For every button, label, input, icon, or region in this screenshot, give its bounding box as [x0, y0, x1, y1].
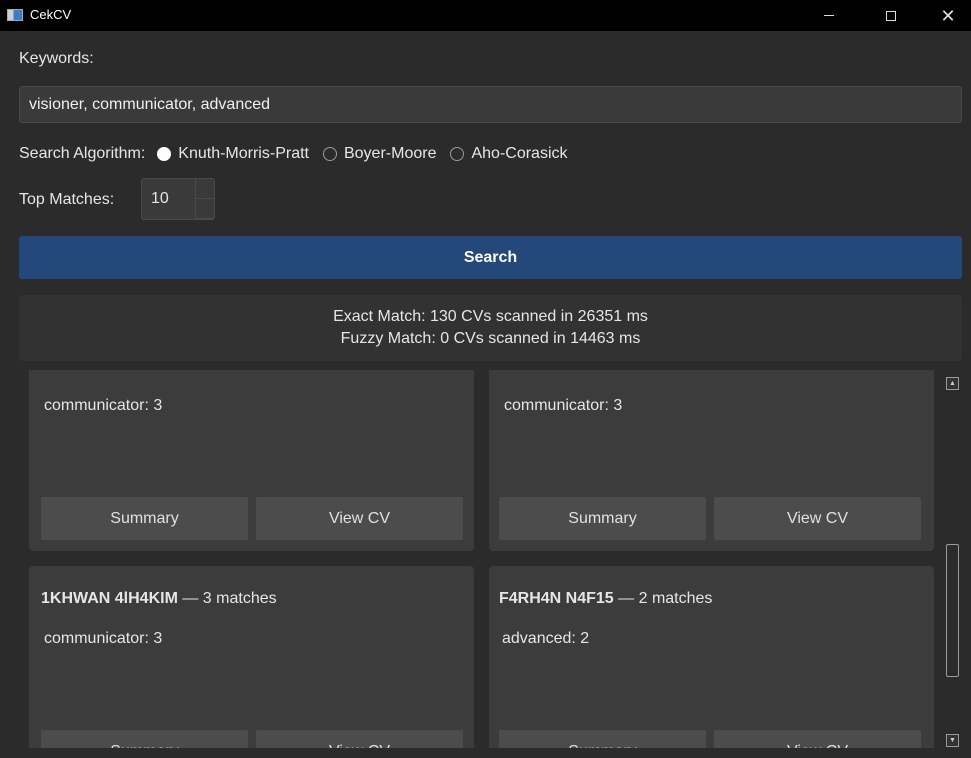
- close-icon: ✕: [940, 5, 956, 26]
- result-card: communicator: 3 Summary View CV: [29, 370, 474, 551]
- radio-boyer-moore-indicator[interactable]: [322, 147, 337, 161]
- algorithm-label: Search Algorithm:: [19, 145, 146, 162]
- results-scrollbar[interactable]: ▲ ▼: [941, 370, 965, 748]
- candidate-name: F4RH4N N4F15: [499, 590, 614, 607]
- view-cv-button[interactable]: View CV: [256, 730, 463, 748]
- spin-down-button[interactable]: [196, 199, 214, 219]
- close-button[interactable]: ✕: [925, 0, 971, 31]
- app-icon: [7, 9, 23, 21]
- radio-kmp-label[interactable]: Knuth-Morris-Pratt: [178, 145, 309, 163]
- arrow-down-icon: ▼: [949, 737, 956, 744]
- summary-button[interactable]: Summary: [41, 730, 248, 748]
- match-count: — 3 matches: [177, 590, 277, 607]
- candidate-name: 1KHWAN 4lH4KIM: [41, 590, 178, 607]
- radio-kmp-indicator[interactable]: [157, 147, 172, 161]
- arrow-up-icon: ▲: [949, 380, 956, 387]
- search-button[interactable]: Search: [19, 236, 962, 279]
- keyword-count: communicator: 3: [504, 397, 623, 414]
- scroll-thumb[interactable]: [946, 544, 959, 677]
- view-cv-button[interactable]: View CV: [714, 497, 921, 540]
- exact-match-status: Exact Match: 130 CVs scanned in 26351 ms: [333, 308, 648, 325]
- summary-button[interactable]: Summary: [41, 497, 248, 540]
- radio-kmp[interactable]: Knuth-Morris-Pratt: [157, 145, 309, 163]
- window-title: CekCV: [30, 7, 72, 22]
- radio-boyer-moore[interactable]: Boyer-Moore: [322, 145, 436, 163]
- candidate-header: 1KHWAN 4lH4KIM — 3 matches: [41, 590, 277, 608]
- candidate-header: F4RH4N N4F15 — 2 matches: [499, 590, 712, 608]
- maximize-button[interactable]: [868, 0, 914, 31]
- minimize-icon: [824, 15, 834, 16]
- scroll-down-button[interactable]: ▼: [946, 734, 959, 747]
- minimize-button[interactable]: [806, 0, 852, 31]
- title-bar: CekCV ✕: [0, 0, 971, 31]
- top-matches-spinbox[interactable]: 10: [141, 178, 215, 220]
- status-panel: Exact Match: 130 CVs scanned in 26351 ms…: [19, 295, 962, 361]
- spin-buttons: [195, 179, 214, 219]
- spin-up-button[interactable]: [196, 179, 214, 199]
- top-matches-label: Top Matches:: [19, 191, 115, 208]
- keyword-count: communicator: 3: [44, 397, 163, 414]
- keyword-count: communicator: 3: [44, 630, 163, 647]
- keywords-label: Keywords:: [19, 50, 94, 67]
- match-count: — 2 matches: [613, 590, 713, 607]
- radio-aho-corasick-indicator[interactable]: [450, 147, 465, 161]
- result-card: communicator: 3 Summary View CV: [489, 370, 934, 551]
- radio-boyer-moore-label[interactable]: Boyer-Moore: [344, 145, 436, 163]
- top-matches-value[interactable]: 10: [151, 190, 169, 208]
- summary-button[interactable]: Summary: [499, 730, 706, 748]
- keywords-input[interactable]: visioner, communicator, advanced: [19, 86, 962, 123]
- algorithm-row: Search Algorithm: Knuth-Morris-Pratt Boy…: [19, 142, 582, 166]
- result-card: F4RH4N N4F15 — 2 matches advanced: 2 Sum…: [489, 566, 934, 748]
- scroll-up-button[interactable]: ▲: [946, 377, 959, 390]
- keyword-count: advanced: 2: [502, 630, 590, 647]
- results-area: communicator: 3 Summary View CV communic…: [19, 370, 938, 748]
- radio-aho-corasick[interactable]: Aho-Corasick: [450, 145, 568, 163]
- radio-aho-corasick-label[interactable]: Aho-Corasick: [471, 145, 567, 163]
- summary-button[interactable]: Summary: [499, 497, 706, 540]
- result-card: 1KHWAN 4lH4KIM — 3 matches communicator:…: [29, 566, 474, 748]
- view-cv-button[interactable]: View CV: [714, 730, 921, 748]
- fuzzy-match-status: Fuzzy Match: 0 CVs scanned in 14463 ms: [340, 330, 641, 347]
- view-cv-button[interactable]: View CV: [256, 497, 463, 540]
- maximize-icon: [886, 10, 896, 21]
